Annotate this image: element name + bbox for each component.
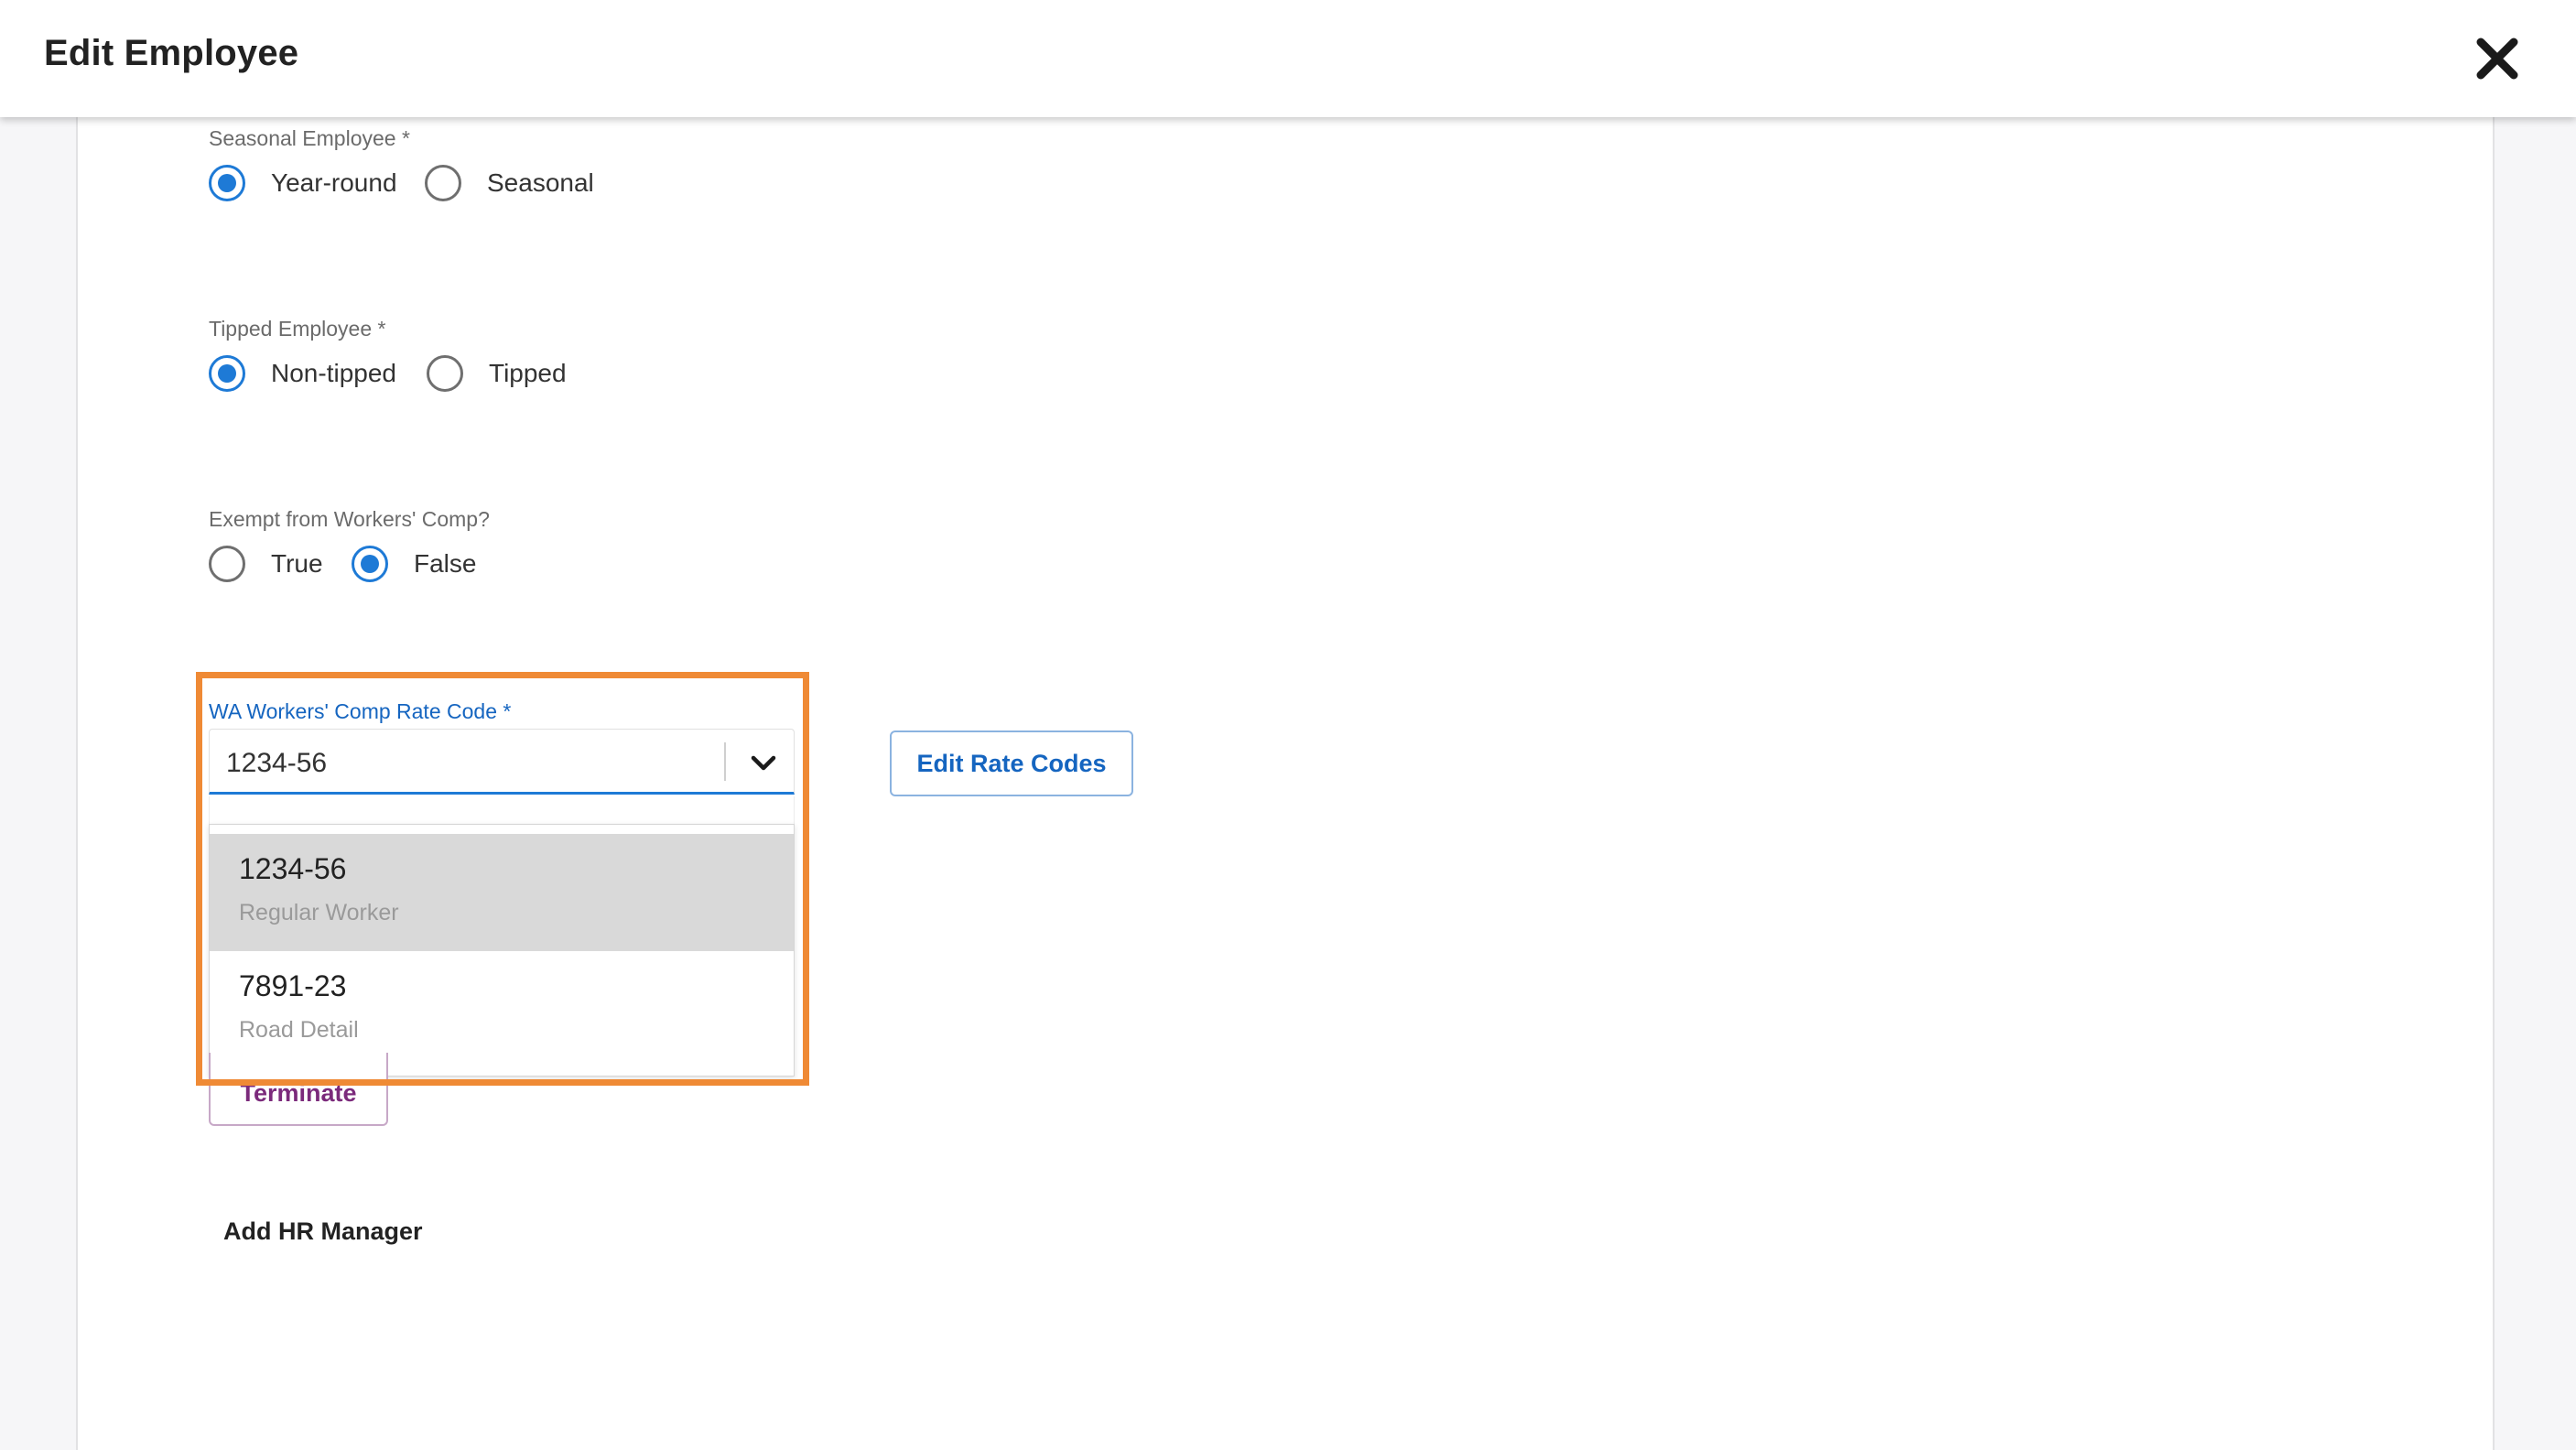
- edit-rate-codes-button[interactable]: Edit Rate Codes: [890, 730, 1133, 796]
- option-description: Regular Worker: [239, 900, 399, 925]
- radio-label: False: [414, 549, 477, 578]
- dialog-title: Edit Employee: [44, 33, 299, 73]
- radio-checked-icon: [352, 546, 388, 582]
- radio-false[interactable]: False: [352, 546, 476, 582]
- radio-unchecked-icon: [427, 355, 463, 392]
- select-divider: [724, 742, 726, 781]
- option-code: 1234-56: [239, 852, 347, 885]
- radio-seasonal[interactable]: Seasonal: [425, 165, 594, 201]
- radio-true[interactable]: True: [209, 546, 323, 582]
- dropdown-spacer: [209, 796, 795, 824]
- rate-code-select[interactable]: 1234-56: [209, 729, 795, 795]
- tipped-employee-radio-group: Non-tipped Tipped: [209, 355, 666, 395]
- close-icon[interactable]: [2472, 33, 2523, 84]
- radio-tipped[interactable]: Tipped: [427, 355, 567, 392]
- option-code: 7891-23: [239, 969, 347, 1002]
- add-hr-manager-button[interactable]: Add HR Manager: [223, 1217, 423, 1246]
- radio-label: Tipped: [489, 359, 567, 387]
- terminate-button[interactable]: Terminate: [209, 1053, 388, 1126]
- rate-code-dropdown-menu: 1234-56 Regular Worker 7891-23 Road Deta…: [209, 824, 795, 1077]
- chevron-down-icon[interactable]: [748, 750, 779, 777]
- radio-unchecked-icon: [209, 546, 245, 582]
- radio-year-round[interactable]: Year-round: [209, 165, 397, 201]
- rate-code-selected-value: 1234-56: [226, 748, 328, 778]
- radio-label: Year-round: [271, 168, 397, 197]
- tipped-employee-label: Tipped Employee *: [209, 317, 386, 341]
- option-description: Road Detail: [239, 1017, 359, 1043]
- rate-code-label: WA Workers' Comp Rate Code *: [209, 699, 512, 723]
- radio-checked-icon: [209, 165, 245, 201]
- radio-non-tipped[interactable]: Non-tipped: [209, 355, 396, 392]
- rate-code-option-1234-56[interactable]: 1234-56 Regular Worker: [210, 834, 794, 951]
- seasonal-employee-label: Seasonal Employee *: [209, 126, 410, 150]
- radio-unchecked-icon: [425, 165, 461, 201]
- radio-label: Non-tipped: [271, 359, 396, 387]
- seasonal-employee-radio-group: Year-round Seasonal: [209, 165, 666, 205]
- radio-label: Seasonal: [487, 168, 594, 197]
- radio-label: True: [271, 549, 323, 578]
- exempt-workers-comp-radio-group: True False: [209, 546, 666, 586]
- radio-checked-icon: [209, 355, 245, 392]
- rate-code-option-7891-23[interactable]: 7891-23 Road Detail: [210, 951, 794, 1068]
- exempt-workers-comp-label: Exempt from Workers' Comp?: [209, 507, 490, 531]
- dialog-header: Edit Employee: [0, 0, 2576, 117]
